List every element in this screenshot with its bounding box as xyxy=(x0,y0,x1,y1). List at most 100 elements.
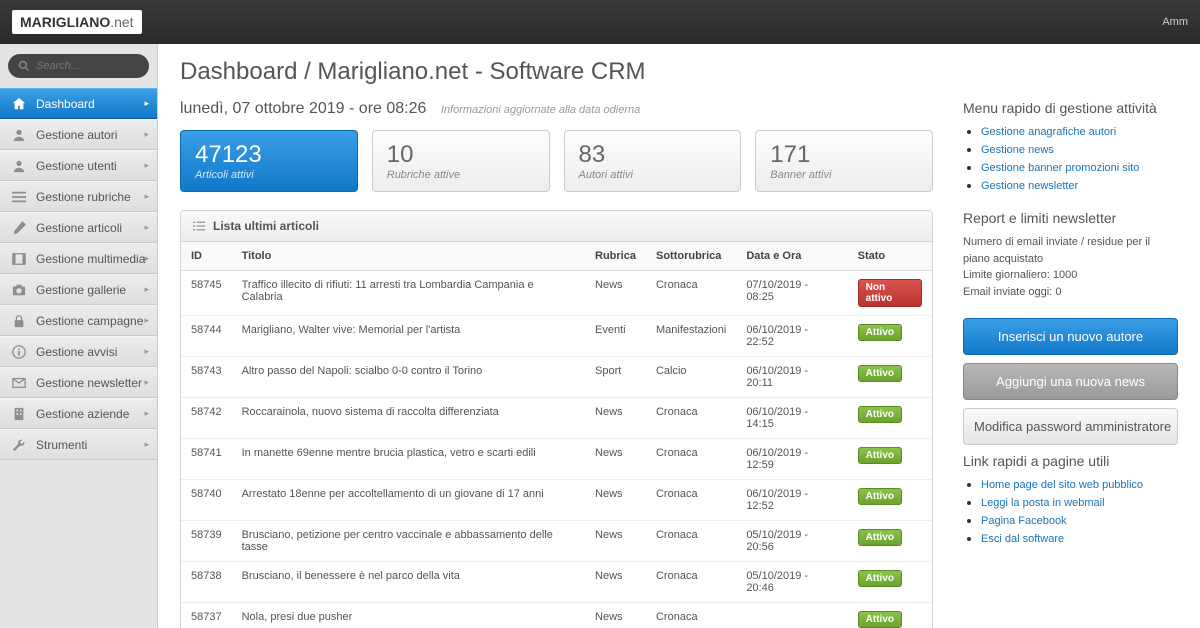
cell-rubrica: News xyxy=(585,562,646,603)
cell-rubrica: Eventi xyxy=(585,316,646,357)
table-header[interactable]: Rubrica xyxy=(585,242,646,271)
table-row[interactable]: 58738Brusciano, il benessere è nel parco… xyxy=(181,562,932,603)
cell-rubrica: News xyxy=(585,439,646,480)
sidebar-item-label: Dashboard xyxy=(36,97,95,111)
chevron-right-icon: ▸ xyxy=(144,98,149,109)
sidebar-item-label: Gestione aziende xyxy=(36,407,129,421)
sidebar-item-gestione-gallerie[interactable]: Gestione gallerie▸ xyxy=(0,274,157,305)
sidebar-item-gestione-campagne[interactable]: Gestione campagne▸ xyxy=(0,305,157,336)
cell-data: 06/10/2019 - 14:15 xyxy=(736,398,847,439)
quick-menu: Menu rapido di gestione attività Gestion… xyxy=(963,100,1178,192)
sidebar-item-label: Strumenti xyxy=(36,438,87,452)
table-row[interactable]: 58740Arrestato 18enne per accoltellament… xyxy=(181,480,932,521)
envelope-icon xyxy=(10,376,28,390)
quick-link[interactable]: Pagina Facebook xyxy=(981,515,1067,527)
cell-sottorubrica: Cronaca xyxy=(646,439,736,480)
pencil-icon xyxy=(10,221,28,235)
table-row[interactable]: 58742Roccarainola, nuovo sistema di racc… xyxy=(181,398,932,439)
user-menu[interactable]: Amm xyxy=(1162,16,1188,28)
stat-number: 171 xyxy=(770,141,918,169)
sidebar-item-gestione-autori[interactable]: Gestione autori▸ xyxy=(0,119,157,150)
quick-link[interactable]: Leggi la posta in webmail xyxy=(981,497,1105,509)
sidebar-item-strumenti[interactable]: Strumenti ▸ xyxy=(0,429,157,460)
inserisci-un-nuovo-autore-button[interactable]: Inserisci un nuovo autore xyxy=(963,318,1178,355)
cell-stato: Non attivo xyxy=(848,271,932,316)
stats-row: 47123Articoli attivi10Rubriche attive83A… xyxy=(180,130,933,192)
quick-menu-link[interactable]: Gestione anagrafiche autori xyxy=(981,126,1116,138)
quick-menu-link[interactable]: Gestione banner promozioni sito xyxy=(981,162,1139,174)
sidebar-item-gestione-utenti[interactable]: Gestione utenti▸ xyxy=(0,150,157,181)
sidebar-item-gestione-avvisi[interactable]: Gestione avvisi▸ xyxy=(0,336,157,367)
modifica-password-amministratore-button[interactable]: Modifica password amministratore xyxy=(963,408,1178,445)
cell-sottorubrica: Cronaca xyxy=(646,521,736,562)
sidebar-item-label: Gestione rubriche xyxy=(36,190,131,204)
cell-titolo: Nola, presi due pusher xyxy=(232,603,585,628)
table-row[interactable]: 58745Traffico illecito di rifiuti: 11 ar… xyxy=(181,271,932,316)
table-header[interactable]: Sottorubrica xyxy=(646,242,736,271)
table-row[interactable]: 58744Marigliano, Walter vive: Memorial p… xyxy=(181,316,932,357)
cell-data: 05/10/2019 - 20:56 xyxy=(736,521,847,562)
chevron-right-icon: ▸ xyxy=(144,160,149,171)
sidebar-item-gestione-articoli[interactable]: Gestione articoli▸ xyxy=(0,212,157,243)
stat-card[interactable]: 171Banner attivi xyxy=(755,130,933,192)
lock-icon xyxy=(10,314,28,328)
cell-id: 58738 xyxy=(181,562,232,603)
cell-sottorubrica: Cronaca xyxy=(646,398,736,439)
sidebar: Dashboard▸Gestione autori▸Gestione utent… xyxy=(0,44,158,628)
search-box[interactable] xyxy=(8,54,149,78)
quick-menu-link[interactable]: Gestione newsletter xyxy=(981,180,1078,192)
cell-rubrica: News xyxy=(585,271,646,316)
table-header[interactable]: Titolo xyxy=(232,242,585,271)
status-badge: Attivo xyxy=(858,406,902,423)
search-icon xyxy=(18,60,30,72)
chevron-right-icon: ▸ xyxy=(144,439,149,450)
quick-menu-link[interactable]: Gestione news xyxy=(981,144,1054,156)
logo[interactable]: MARIGLIANO.net xyxy=(12,10,142,34)
datetime-text: lunedì, 07 ottobre 2019 - ore 08:26 xyxy=(180,100,426,117)
report-body: Numero di email inviate / residue per il… xyxy=(963,234,1178,300)
status-badge: Non attivo xyxy=(858,279,922,307)
sidebar-item-gestione-multimedia[interactable]: Gestione multimedia▸ xyxy=(0,243,157,274)
search-input[interactable] xyxy=(36,60,139,72)
cell-stato: Attivo xyxy=(848,521,932,562)
logo-suffix: .net xyxy=(110,14,133,30)
cell-rubrica: Sport xyxy=(585,357,646,398)
cell-titolo: Altro passo del Napoli: scialbo 0-0 cont… xyxy=(232,357,585,398)
topbar: MARIGLIANO.net Amm xyxy=(0,0,1200,44)
stat-card[interactable]: 83Autori attivi xyxy=(564,130,742,192)
quick-link[interactable]: Home page del sito web pubblico xyxy=(981,479,1143,491)
logo-text: MARIGLIANO xyxy=(20,14,110,30)
status-badge: Attivo xyxy=(858,529,902,546)
panel-title: Lista ultimi articoli xyxy=(213,219,319,233)
sidebar-item-gestione-rubriche[interactable]: Gestione rubriche▸ xyxy=(0,181,157,212)
cell-id: 58744 xyxy=(181,316,232,357)
table-row[interactable]: 58739Brusciano, petizione per centro vac… xyxy=(181,521,932,562)
panel-header: Lista ultimi articoli xyxy=(181,211,932,242)
content-right: Menu rapido di gestione attività Gestion… xyxy=(963,100,1178,628)
chevron-right-icon: ▸ xyxy=(144,253,149,264)
user-icon xyxy=(10,159,28,173)
stat-card[interactable]: 10Rubriche attive xyxy=(372,130,550,192)
sidebar-item-gestione-aziende[interactable]: Gestione aziende▸ xyxy=(0,398,157,429)
table-header[interactable]: ID xyxy=(181,242,232,271)
sidebar-item-gestione-newsletter[interactable]: Gestione newsletter▸ xyxy=(0,367,157,398)
cell-data: 06/10/2019 - 12:59 xyxy=(736,439,847,480)
cell-data: 06/10/2019 - 22:52 xyxy=(736,316,847,357)
table-header[interactable]: Data e Ora xyxy=(736,242,847,271)
chevron-right-icon: ▸ xyxy=(144,377,149,388)
table-header[interactable]: Stato xyxy=(848,242,932,271)
quick-link[interactable]: Esci dal software xyxy=(981,533,1064,545)
stat-card[interactable]: 47123Articoli attivi xyxy=(180,130,358,192)
cell-titolo: Brusciano, petizione per centro vaccinal… xyxy=(232,521,585,562)
cell-titolo: Brusciano, il benessere è nel parco dell… xyxy=(232,562,585,603)
wrench-icon xyxy=(10,438,28,452)
quick-links: Link rapidi a pagine utili Home page del… xyxy=(963,453,1178,545)
sidebar-item-dashboard[interactable]: Dashboard ▸ xyxy=(0,88,157,119)
aggiungi-una-nuova-news-button[interactable]: Aggiungi una nuova news xyxy=(963,363,1178,400)
table-row[interactable]: 58737Nola, presi due pusherNewsCronacaAt… xyxy=(181,603,932,628)
quick-menu-title: Menu rapido di gestione attività xyxy=(963,100,1178,116)
chevron-right-icon: ▸ xyxy=(144,129,149,140)
chevron-right-icon: ▸ xyxy=(144,315,149,326)
table-row[interactable]: 58741In manette 69enne mentre brucia pla… xyxy=(181,439,932,480)
table-row[interactable]: 58743Altro passo del Napoli: scialbo 0-0… xyxy=(181,357,932,398)
